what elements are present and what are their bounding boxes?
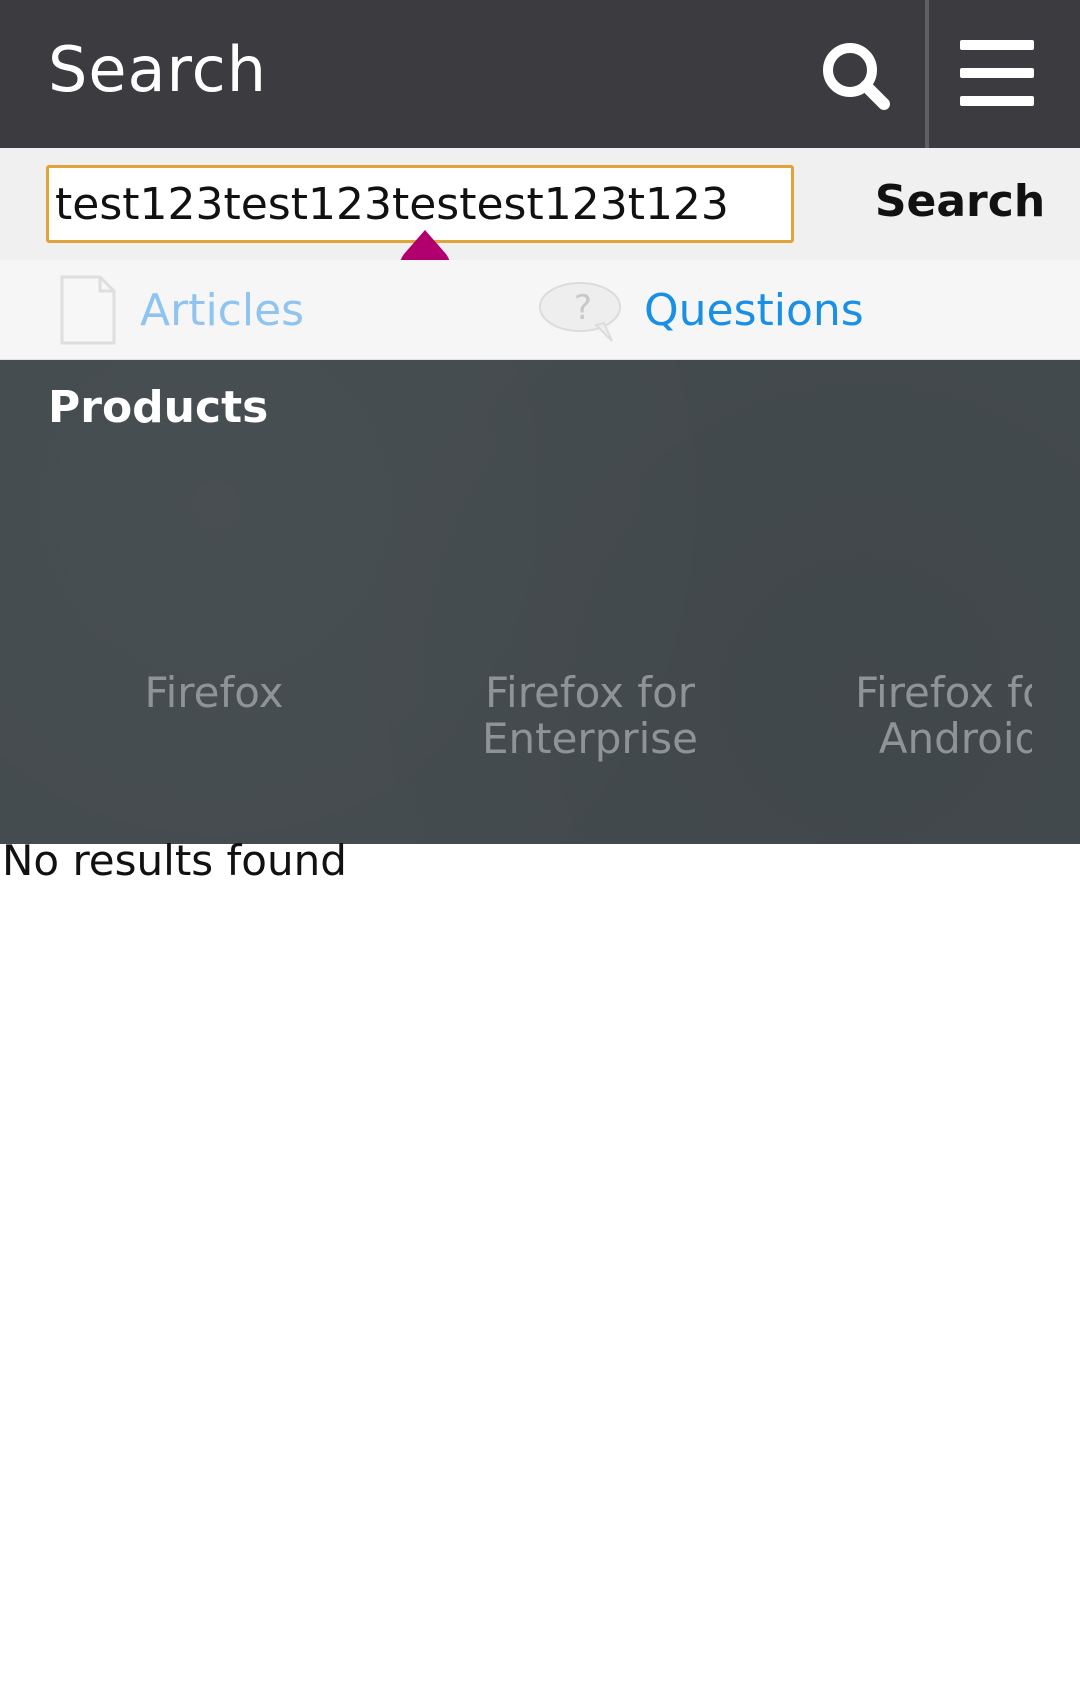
document-icon	[60, 275, 116, 345]
header-search-button[interactable]	[806, 28, 906, 124]
no-results-message: No results found	[2, 836, 347, 885]
hamburger-menu-icon[interactable]	[960, 40, 1044, 106]
question-bubble-icon: ?	[539, 282, 621, 342]
page-title: Search	[48, 33, 268, 106]
product-card-firefox-android[interactable]: Firefox for Android	[810, 670, 1032, 762]
search-icon	[823, 43, 890, 110]
menu-line	[960, 68, 1034, 78]
products-section: Products Firefox Firefox for Enterprise …	[0, 360, 1080, 844]
page: Search Search Articles	[0, 0, 1080, 1699]
product-label: Firefox for Android	[854, 668, 1032, 763]
app-header: Search	[0, 0, 1080, 148]
tab-articles-label: Articles	[140, 284, 305, 336]
menu-line	[960, 96, 1034, 106]
search-submit-button[interactable]: Search	[870, 166, 1050, 236]
tab-questions-label: Questions	[644, 284, 864, 336]
tab-articles[interactable]: Articles	[56, 260, 304, 360]
search-form: Search	[0, 148, 1080, 260]
header-divider	[925, 0, 929, 148]
svg-text:?: ?	[574, 288, 592, 328]
menu-line	[960, 40, 1034, 50]
search-tabs: Articles ? Questions	[0, 260, 1080, 360]
product-carousel-clip: Firefox for Android	[0, 360, 1032, 844]
tab-questions[interactable]: ? Questions	[538, 260, 864, 360]
